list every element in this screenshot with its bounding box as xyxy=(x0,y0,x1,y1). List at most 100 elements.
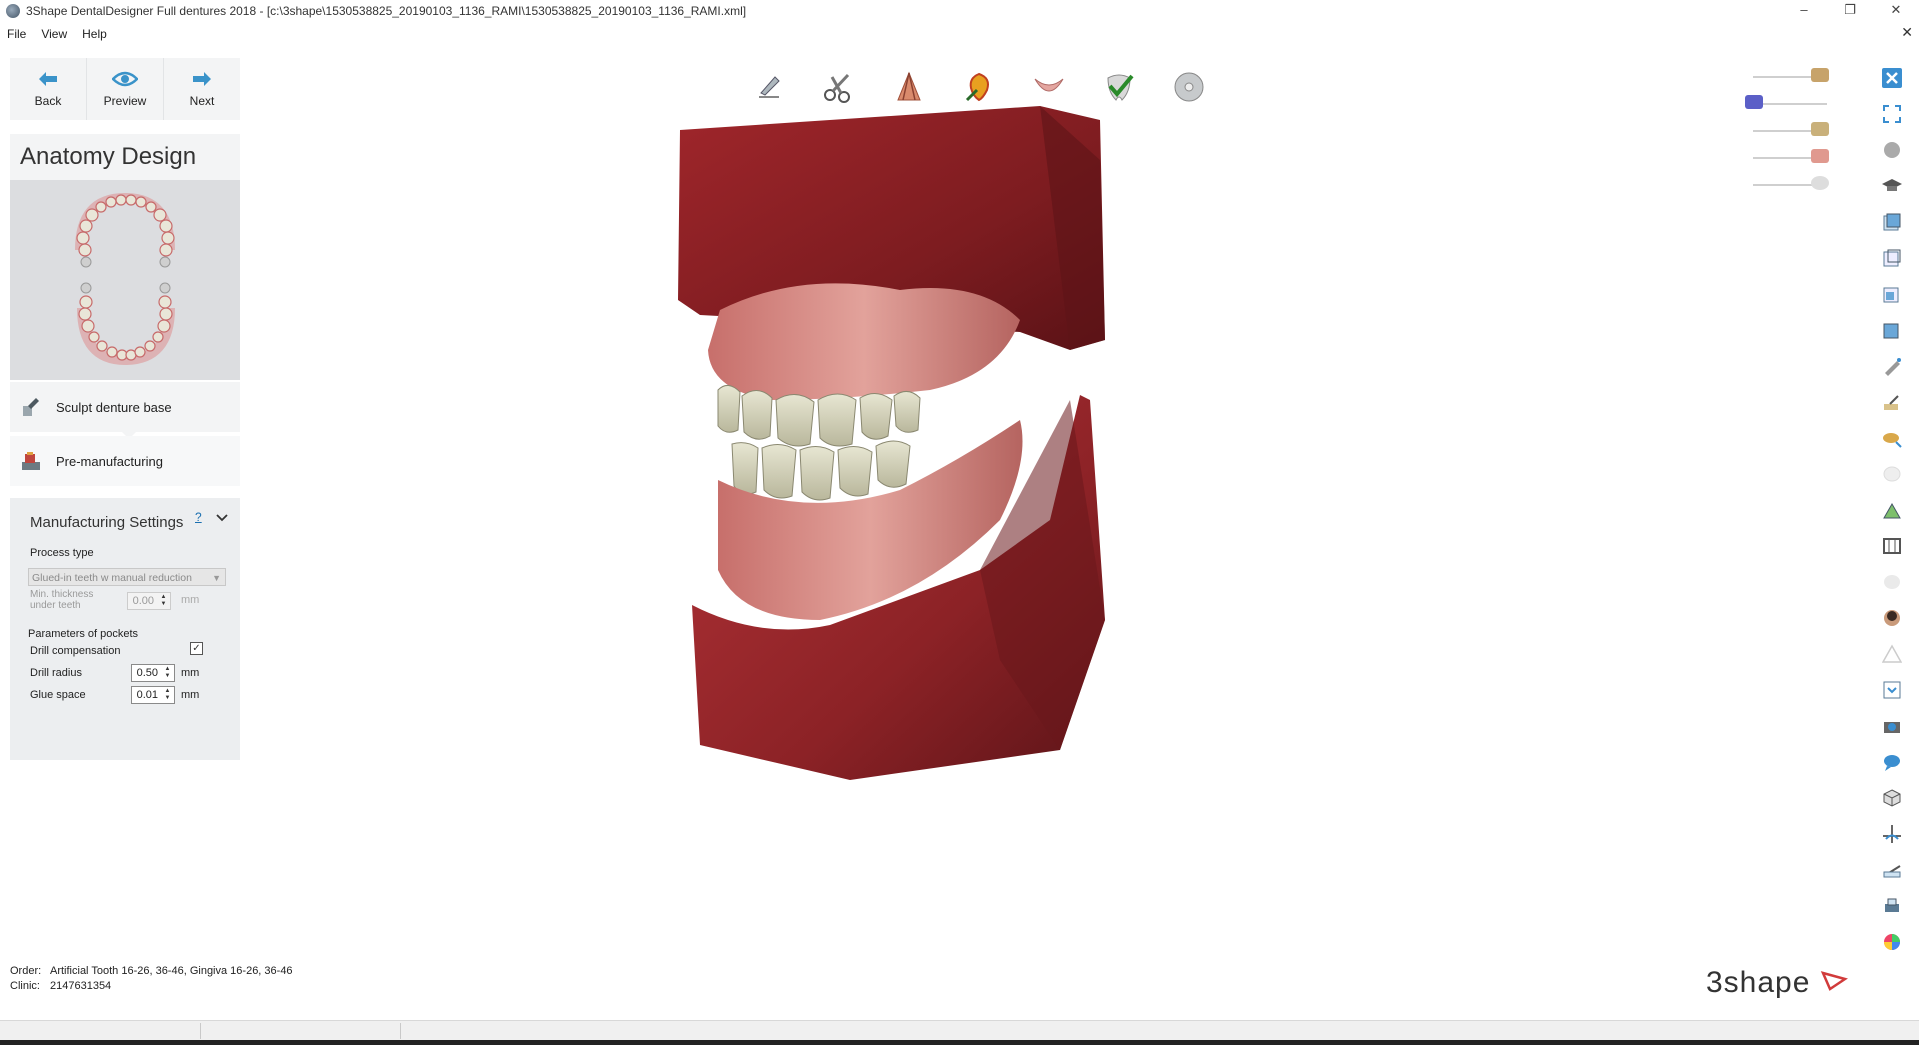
cube-icon[interactable] xyxy=(1880,786,1904,810)
back-button[interactable]: Back xyxy=(10,58,87,120)
manufacturing-icon xyxy=(20,450,42,472)
next-label: Next xyxy=(189,94,215,108)
smooth-icon[interactable] xyxy=(1880,426,1904,450)
right-tool-column xyxy=(1880,66,1910,966)
step-sculpt-denture-base[interactable]: Sculpt denture base xyxy=(10,382,240,439)
clinic-label: Clinic: xyxy=(10,980,40,992)
status-bar xyxy=(0,1020,1919,1041)
fit-view-icon[interactable] xyxy=(1880,102,1904,126)
arrow-left-icon xyxy=(37,70,59,94)
brand-logo: 3shape xyxy=(1706,966,1848,1000)
morph-icon[interactable] xyxy=(1880,498,1904,522)
stepper-arrows-icon[interactable]: ▲ ▼ xyxy=(162,666,173,680)
restore-button[interactable]: ❐ xyxy=(1827,0,1873,22)
wax-add-icon[interactable] xyxy=(1880,390,1904,414)
process-type-label: Process type xyxy=(30,547,94,559)
menu-file[interactable]: File xyxy=(0,27,34,41)
dental-arch-diagram xyxy=(75,192,175,366)
base-thumb-icon[interactable] xyxy=(1811,176,1829,190)
status-divider xyxy=(200,1023,201,1039)
glue-space-input[interactable]: 0.01 ▲ ▼ xyxy=(131,686,175,704)
order-label: Order: xyxy=(10,965,42,977)
stepper-arrows-icon[interactable]: ▲ ▼ xyxy=(158,594,169,608)
order-value: Artificial Tooth 16-26, 36-46, Gingiva 1… xyxy=(50,965,293,977)
close-button[interactable]: ✕ xyxy=(1873,0,1919,22)
min-thickness-input[interactable]: 0.00 ▲ ▼ xyxy=(127,592,171,610)
wax-knife-icon[interactable] xyxy=(1880,354,1904,378)
preview-label: Preview xyxy=(103,94,147,108)
camera-icon[interactable] xyxy=(1880,714,1904,738)
model-thumb-icon[interactable] xyxy=(1811,68,1829,82)
globe-icon[interactable] xyxy=(1880,138,1904,162)
preview-button[interactable]: Preview xyxy=(87,58,164,120)
gingiva-visibility-slider[interactable] xyxy=(1745,143,1845,170)
status-divider xyxy=(400,1023,401,1039)
arrow-right-icon xyxy=(191,70,213,94)
manufacturing-settings-panel: Manufacturing Settings ? Process type Gl… xyxy=(10,498,240,760)
eye-icon xyxy=(111,70,139,94)
tooth-chart[interactable] xyxy=(10,180,240,380)
wizard-nav: Back Preview Next xyxy=(10,58,240,120)
model-visibility-slider[interactable] xyxy=(1745,62,1845,89)
printer-icon[interactable] xyxy=(1880,894,1904,918)
view-cube-front-icon[interactable] xyxy=(1880,210,1904,234)
ruler-icon[interactable] xyxy=(1880,534,1904,558)
face-photo-icon[interactable] xyxy=(1880,606,1904,630)
graduation-cap-icon[interactable] xyxy=(1880,174,1904,198)
settings-title: Manufacturing Settings xyxy=(30,514,184,531)
close-view-icon[interactable] xyxy=(1880,66,1904,90)
measure-icon[interactable] xyxy=(1880,858,1904,882)
gingiva-thumb-icon[interactable] xyxy=(1811,149,1829,163)
cross-section-icon[interactable] xyxy=(1880,822,1904,846)
step-label: Pre-manufacturing xyxy=(56,453,163,469)
unit-label: mm xyxy=(181,689,200,701)
brand-text: 3shape xyxy=(1706,966,1811,999)
screenshot-icon[interactable] xyxy=(1880,678,1904,702)
process-type-value: Glued-in teeth w manual reduction xyxy=(32,572,192,584)
process-type-select[interactable]: Glued-in teeth w manual reduction ▼ xyxy=(28,568,226,586)
teeth-thumb-icon[interactable] xyxy=(1811,122,1829,136)
cup-icon[interactable] xyxy=(1880,462,1904,486)
chevron-down-icon[interactable] xyxy=(216,512,228,526)
3d-viewport[interactable] xyxy=(600,100,1420,980)
next-button[interactable]: Next xyxy=(164,58,240,120)
cylinder-icon[interactable] xyxy=(1880,570,1904,594)
brand-triangle-icon xyxy=(1820,971,1848,991)
title-bar: 3Shape DentalDesigner Full dentures 2018… xyxy=(0,0,1919,22)
order-info: Order: Artificial Tooth 16-26, 36-46, Gin… xyxy=(10,964,293,994)
color-wheel-icon[interactable] xyxy=(1880,930,1904,954)
base-visibility-slider[interactable] xyxy=(1745,170,1845,197)
drill-radius-value: 0.50 xyxy=(136,667,158,679)
chat-icon[interactable] xyxy=(1880,750,1904,774)
view-cube-back-icon[interactable] xyxy=(1880,246,1904,270)
pockets-label: Parameters of pockets xyxy=(28,628,139,640)
min-thickness-label-2: under teeth xyxy=(30,600,81,611)
view-cube-right-icon[interactable] xyxy=(1880,318,1904,342)
app-icon xyxy=(6,4,20,18)
back-label: Back xyxy=(34,94,62,108)
visibility-sliders xyxy=(1745,62,1845,197)
stepper-arrows-icon[interactable]: ▲ ▼ xyxy=(162,688,173,702)
unit-label: mm xyxy=(181,667,200,679)
drill-compensation-checkbox[interactable]: ✓ xyxy=(190,642,203,655)
menu-help[interactable]: Help xyxy=(75,27,115,41)
close-document-icon[interactable]: ✕ xyxy=(1901,24,1913,41)
minimize-button[interactable]: – xyxy=(1781,0,1827,22)
page-title: Anatomy Design xyxy=(10,134,240,180)
view-cube-left-icon[interactable] xyxy=(1880,282,1904,306)
glue-space-label: Glue space xyxy=(30,689,86,701)
scan-visibility-slider[interactable] xyxy=(1745,89,1845,116)
min-thickness-label: Min. thickness xyxy=(30,589,94,600)
drill-radius-input[interactable]: 0.50 ▲ ▼ xyxy=(131,664,175,682)
menu-view[interactable]: View xyxy=(34,27,75,41)
scan-thumb-icon[interactable] xyxy=(1745,95,1763,109)
step-pre-manufacturing[interactable]: Pre-manufacturing xyxy=(10,436,240,486)
warning-icon[interactable] xyxy=(1880,642,1904,666)
unit-label: mm xyxy=(181,594,200,606)
step-label: Sculpt denture base xyxy=(56,399,172,415)
taskbar-strip xyxy=(0,1040,1919,1045)
chevron-down-icon: ▼ xyxy=(212,573,221,583)
help-link[interactable]: ? xyxy=(195,510,202,524)
sculpt-tool-icon xyxy=(20,396,42,418)
teeth-visibility-slider[interactable] xyxy=(1745,116,1845,143)
